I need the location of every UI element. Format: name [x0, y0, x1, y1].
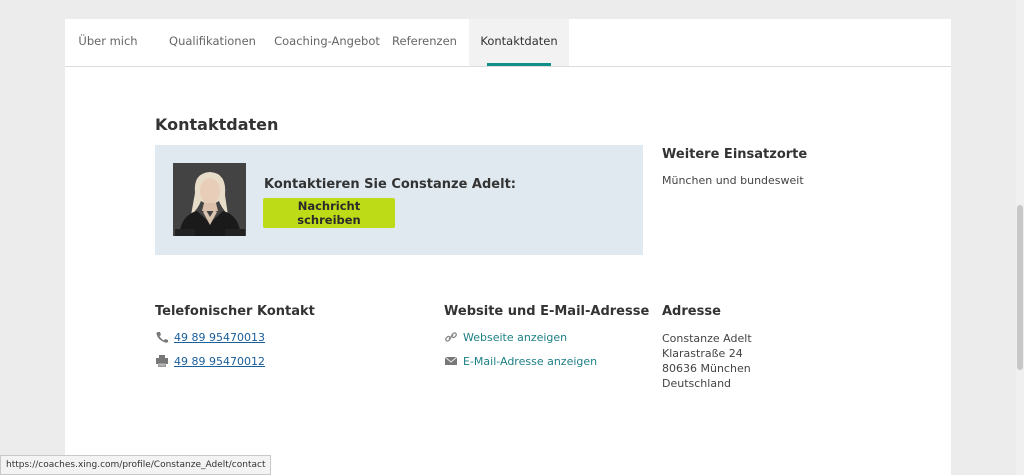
- tab-qualifikationen[interactable]: Qualifikationen: [151, 19, 274, 66]
- contact-box: Kontaktieren Sie Constanze Adelt: Nachri…: [155, 145, 643, 255]
- tab-kontaktdaten[interactable]: Kontaktdaten: [469, 19, 569, 66]
- active-tab-indicator: [487, 63, 551, 66]
- web-email-section-title: Website und E-Mail-Adresse: [444, 304, 650, 319]
- link-icon: [444, 331, 458, 343]
- profile-photo: [173, 163, 246, 236]
- address-line: Klarastraße 24: [662, 347, 743, 360]
- tab-label: Über mich: [78, 34, 138, 48]
- tab-coaching-angebot[interactable]: Coaching-Angebot: [274, 19, 380, 66]
- address-line: 80636 München: [662, 362, 751, 375]
- tab-label: Referenzen: [392, 34, 457, 48]
- address-block: Constanze Adelt Klarastraße 24 80636 Mün…: [662, 331, 752, 391]
- fax-number-link[interactable]: 49 89 95470012: [174, 355, 265, 368]
- write-message-button[interactable]: Nachricht schreiben: [263, 198, 395, 228]
- profile-card: Über mich Qualifikationen Coaching-Angeb…: [65, 19, 951, 475]
- tab-label: Coaching-Angebot: [274, 34, 380, 48]
- phone-row: 49 89 95470013: [155, 330, 265, 344]
- avatar: [173, 163, 246, 236]
- scrollbar-thumb[interactable]: [1017, 205, 1023, 370]
- status-bar-url: https://coaches.xing.com/profile/Constan…: [0, 455, 272, 475]
- tab-ueber-mich[interactable]: Über mich: [65, 19, 151, 66]
- email-row: E-Mail-Adresse anzeigen: [444, 354, 597, 368]
- tab-label: Kontaktdaten: [480, 34, 558, 48]
- address-line: Deutschland: [662, 377, 732, 390]
- tab-referenzen[interactable]: Referenzen: [380, 19, 469, 66]
- website-link[interactable]: Webseite anzeigen: [463, 331, 567, 344]
- website-row: Webseite anzeigen: [444, 330, 567, 344]
- envelope-icon: [444, 355, 458, 367]
- email-link[interactable]: E-Mail-Adresse anzeigen: [463, 355, 597, 368]
- tab-label: Qualifikationen: [169, 34, 256, 48]
- address-line: Constanze Adelt: [662, 332, 752, 345]
- address-section-title: Adresse: [662, 304, 721, 319]
- further-locations-text: München und bundesweit: [662, 174, 804, 187]
- tab-bar: Über mich Qualifikationen Coaching-Angeb…: [65, 19, 951, 67]
- fax-row: 49 89 95470012: [155, 354, 265, 368]
- phone-section-title: Telefonischer Kontakt: [155, 304, 315, 319]
- further-locations-title: Weitere Einsatzorte: [662, 147, 808, 162]
- phone-number-link[interactable]: 49 89 95470013: [174, 331, 265, 344]
- page-title: Kontaktdaten: [155, 115, 279, 134]
- fax-icon: [155, 355, 169, 367]
- phone-icon: [155, 331, 169, 343]
- contact-heading: Kontaktieren Sie Constanze Adelt:: [264, 177, 516, 192]
- page-scrollbar[interactable]: [1016, 0, 1024, 475]
